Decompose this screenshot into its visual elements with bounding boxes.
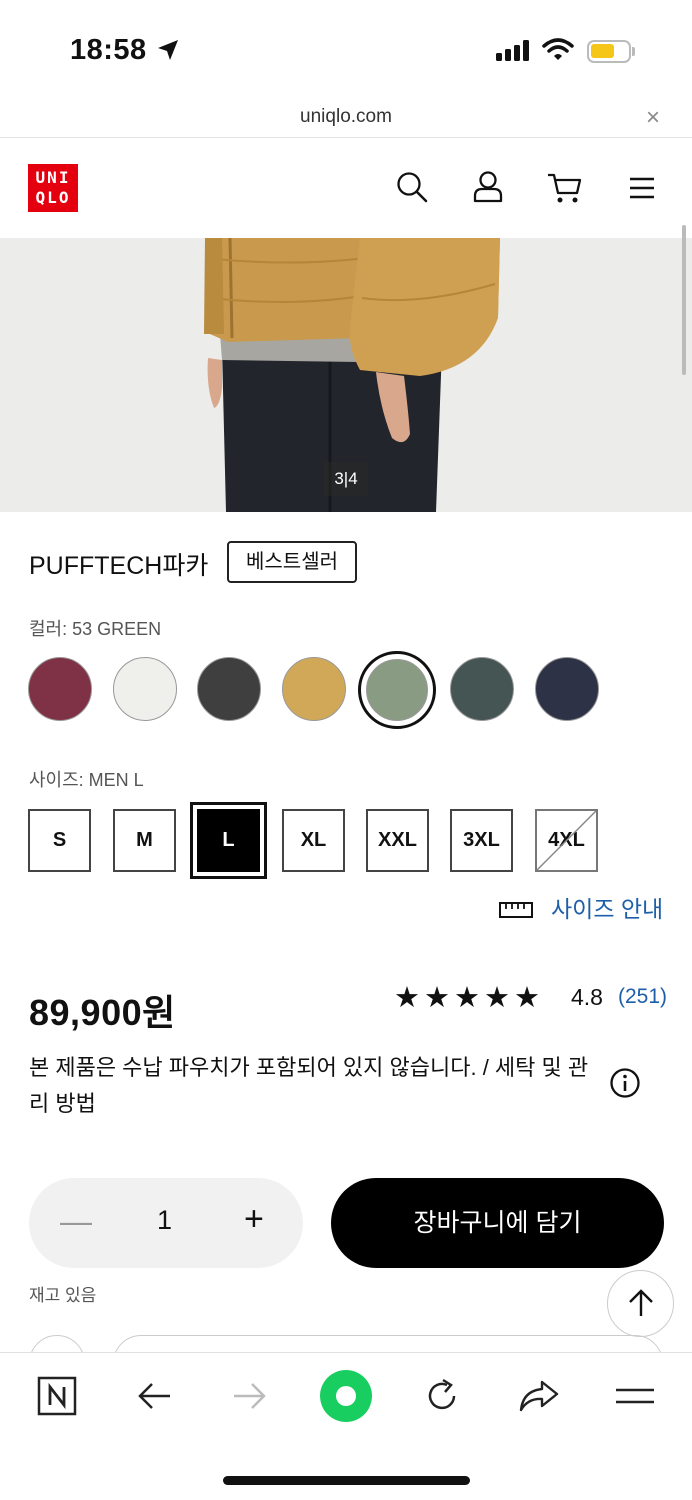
battery-tip bbox=[632, 47, 635, 56]
refresh-icon[interactable] bbox=[423, 1377, 461, 1415]
image-counter: 3|4 bbox=[324, 462, 368, 496]
size-guide-link[interactable]: 사이즈 안내 bbox=[551, 890, 663, 924]
price: 89,900원 bbox=[29, 992, 176, 1033]
logo-line-1: UNI bbox=[35, 168, 71, 187]
product-title: PUFFTECH파카 bbox=[29, 552, 209, 580]
color-swatch-dark-green[interactable] bbox=[450, 657, 514, 721]
wifi-icon bbox=[542, 38, 574, 60]
size-label: 사이즈: MEN L bbox=[29, 770, 144, 790]
size-option-xl[interactable]: XL bbox=[282, 809, 345, 872]
divider bbox=[0, 137, 692, 138]
color-swatch-off-white[interactable] bbox=[113, 657, 177, 721]
size-option-m[interactable]: M bbox=[113, 809, 176, 872]
menu-icon[interactable] bbox=[628, 176, 656, 200]
increase-quantity-button[interactable]: + bbox=[244, 1200, 264, 1239]
cart-icon[interactable] bbox=[546, 170, 582, 204]
forward-arrow-icon[interactable] bbox=[232, 1380, 268, 1412]
close-icon[interactable]: × bbox=[646, 104, 660, 132]
color-swatch-navy[interactable] bbox=[535, 657, 599, 721]
back-arrow-icon[interactable] bbox=[136, 1380, 172, 1412]
page: 18:58 uniqlo.com × UNI QLO 3|4 PUFFTECH파… bbox=[0, 0, 692, 1500]
decrease-quantity-button[interactable]: — bbox=[60, 1203, 92, 1240]
logo-line-2: QLO bbox=[35, 188, 71, 207]
naver-n-icon[interactable] bbox=[37, 1376, 77, 1416]
url-text[interactable]: uniqlo.com bbox=[0, 106, 692, 128]
user-icon[interactable] bbox=[472, 170, 504, 204]
color-swatch-mustard[interactable] bbox=[282, 657, 346, 721]
share-icon[interactable] bbox=[518, 1378, 560, 1414]
add-to-cart-button[interactable]: 장바구니에 담기 bbox=[331, 1178, 664, 1268]
status-time: 18:58 bbox=[70, 34, 147, 66]
info-icon[interactable] bbox=[609, 1067, 641, 1099]
color-swatch-green[interactable] bbox=[366, 659, 428, 721]
size-option-s[interactable]: S bbox=[28, 809, 91, 872]
size-option-l-label: L bbox=[197, 809, 260, 872]
product-notice: 본 제품은 수납 파우치가 포함되어 있지 않습니다. / 세탁 및 관리 방법 bbox=[29, 1055, 589, 1116]
arrow-up-icon bbox=[629, 1289, 653, 1316]
location-arrow-icon bbox=[158, 40, 178, 60]
cellular-signal-icon bbox=[496, 40, 529, 61]
scrollbar[interactable] bbox=[682, 225, 686, 375]
review-count-link[interactable]: (251) bbox=[618, 985, 667, 1009]
battery-icon bbox=[587, 40, 631, 63]
naver-green-dot-icon[interactable] bbox=[319, 1369, 373, 1423]
size-option-4xl[interactable]: 4XL bbox=[535, 809, 598, 872]
bestseller-badge: 베스트셀러 bbox=[227, 541, 357, 583]
quantity-value[interactable]: 1 bbox=[157, 1205, 172, 1236]
uniqlo-logo[interactable]: UNI QLO bbox=[28, 164, 78, 212]
size-option-3xl[interactable]: 3XL bbox=[450, 809, 513, 872]
color-label: 컬러: 53 GREEN bbox=[29, 619, 162, 639]
star-rating-icon: ★★★★★ bbox=[394, 982, 544, 1014]
stock-status: 재고 있음 bbox=[29, 1286, 97, 1305]
browser-menu-icon[interactable] bbox=[615, 1385, 655, 1409]
size-option-xxl[interactable]: XXL bbox=[366, 809, 429, 872]
unavailable-slash-icon bbox=[537, 811, 596, 870]
color-swatch-wine[interactable] bbox=[28, 657, 92, 721]
color-swatch-dark-gray[interactable] bbox=[197, 657, 261, 721]
scroll-to-top-button[interactable] bbox=[607, 1270, 674, 1337]
search-icon[interactable] bbox=[395, 170, 429, 204]
size-option-l-selected[interactable]: L bbox=[190, 802, 267, 879]
home-indicator[interactable] bbox=[223, 1476, 470, 1485]
rating-value: 4.8 bbox=[571, 984, 603, 1010]
ruler-icon[interactable] bbox=[499, 902, 533, 918]
